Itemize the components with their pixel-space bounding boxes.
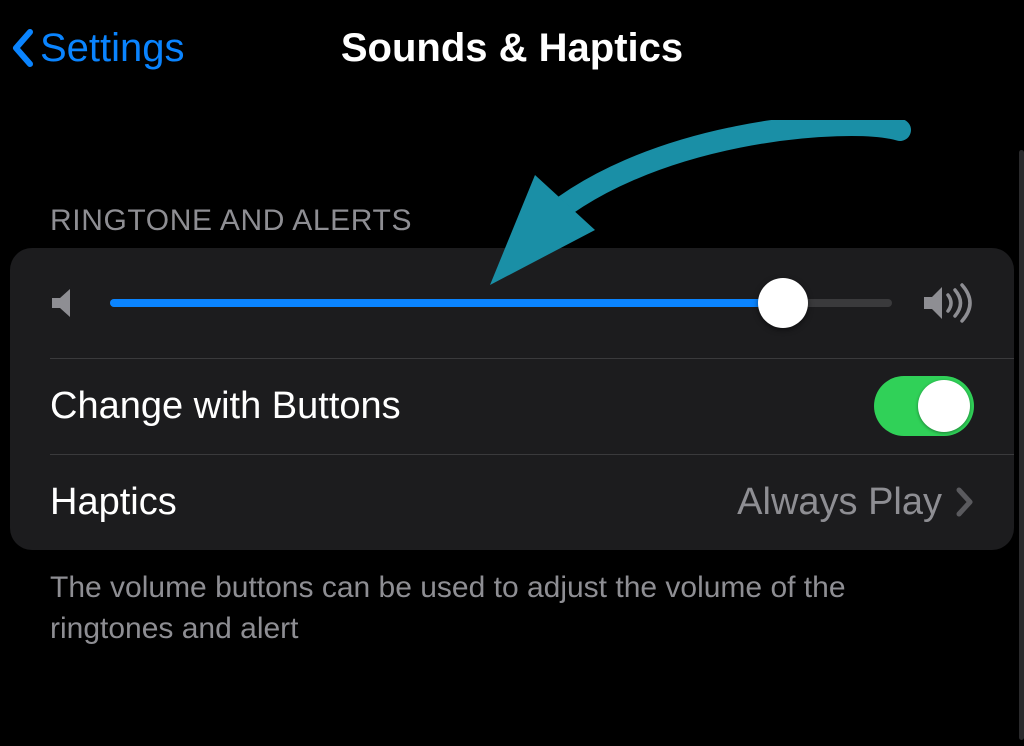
section-header: RINGTONE AND ALERTS [50, 204, 974, 238]
volume-high-icon [922, 283, 974, 323]
haptics-row[interactable]: Haptics Always Play [10, 454, 1014, 550]
haptics-value: Always Play [737, 481, 942, 524]
change-with-buttons-label: Change with Buttons [50, 385, 874, 428]
back-label: Settings [40, 26, 185, 71]
toggle-knob [918, 380, 970, 432]
haptics-label: Haptics [50, 481, 737, 524]
nav-bar: Settings Sounds & Haptics [0, 0, 1024, 96]
settings-group: Change with Buttons Haptics Always Play [10, 248, 1014, 550]
section-footer: The volume buttons can be used to adjust… [50, 568, 974, 649]
chevron-left-icon [10, 28, 34, 68]
slider-thumb[interactable] [758, 278, 808, 328]
page-title: Sounds & Haptics [341, 26, 683, 71]
ringer-volume-row [10, 248, 1014, 358]
slider-fill [110, 299, 783, 307]
volume-low-icon [50, 286, 80, 320]
change-with-buttons-row[interactable]: Change with Buttons [10, 358, 1014, 454]
scrollbar[interactable] [1019, 150, 1024, 740]
back-button[interactable]: Settings [10, 0, 185, 96]
change-with-buttons-toggle[interactable] [874, 376, 974, 436]
chevron-right-icon [956, 487, 974, 517]
ringer-volume-slider[interactable] [110, 278, 892, 328]
